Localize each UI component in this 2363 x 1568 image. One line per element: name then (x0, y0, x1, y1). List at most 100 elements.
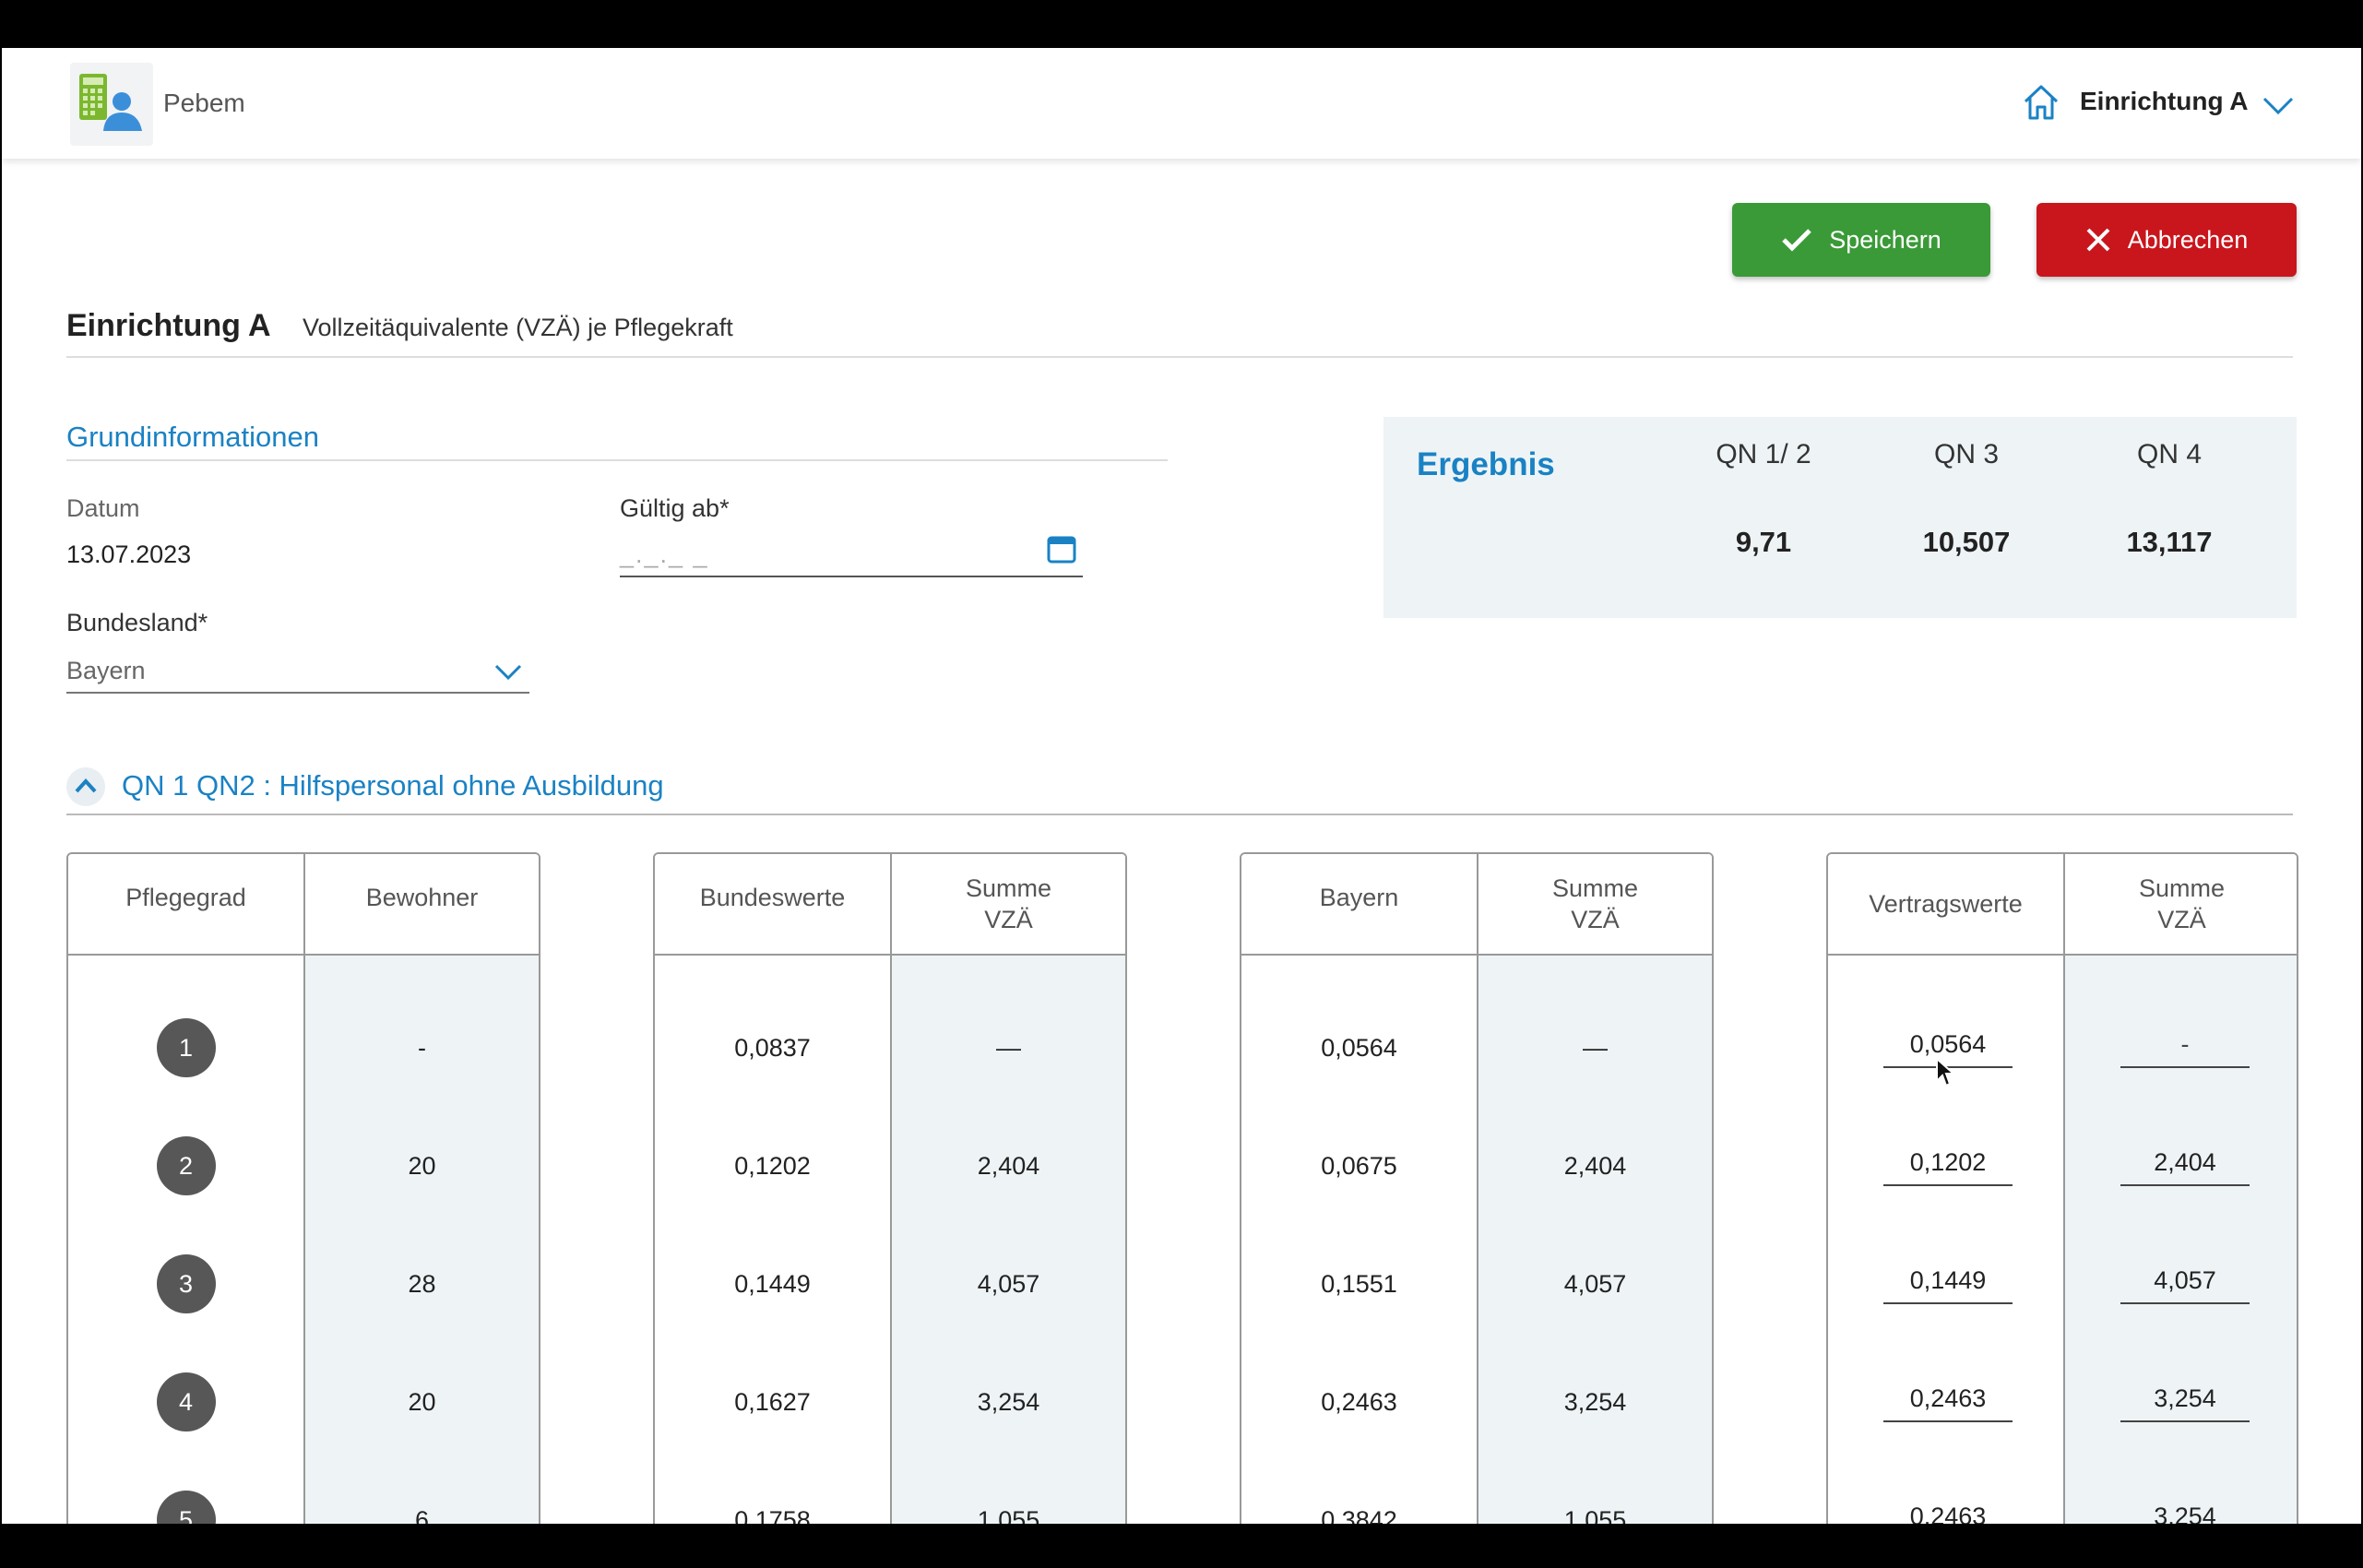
app-name: Pebem (163, 89, 245, 117)
summe-cell: 4,057 (977, 1269, 1040, 1298)
check-icon (1782, 229, 1811, 252)
ergebnis-col-qn12: QN 1/ 2 9,71 (1680, 439, 1846, 559)
summe-cell: 1,055 (977, 1505, 1040, 1525)
screen-border (0, 1524, 2363, 1568)
summe-input[interactable]: 3,254 (2120, 1494, 2250, 1525)
grade-badge: 4 (156, 1372, 216, 1431)
vertragswerte-table: Vertragswerte 0,0564 0,1202 0,1449 0,246… (1826, 852, 2298, 1524)
bewohner-cell: 20 (408, 1387, 436, 1416)
pflegegrad-table: Pflegegrad 1 2 3 4 5 Bewohner - 20 28 20… (66, 852, 540, 1524)
home-icon (2024, 85, 2059, 120)
vertragswert-input[interactable]: 0,1449 (1883, 1258, 2013, 1304)
app-logo[interactable] (70, 63, 153, 146)
chevron-up-icon (75, 778, 97, 793)
vertragswert-input[interactable]: 0,2463 (1883, 1376, 2013, 1422)
save-button[interactable]: Speichern (1732, 203, 1990, 277)
bundesland-value: Bayern (66, 657, 146, 684)
bewohner-cell: 28 (408, 1269, 436, 1298)
summe-cell: — (1583, 1033, 1608, 1062)
save-button-label: Speichern (1829, 225, 1941, 254)
bayern-cell: 0,0675 (1321, 1151, 1397, 1180)
summe-vza-column: Summe VZÄ - 2,404 4,057 3,254 3,254 (2063, 854, 2297, 1525)
bayern-column: Bayern 0,0564 0,0675 0,1551 0,2463 0,384… (1241, 854, 1477, 1524)
top-bar: Pebem Einrichtung A (2, 48, 2361, 159)
vertragswert-input[interactable]: 0,1202 (1883, 1140, 2013, 1186)
column-header: Vertragswerte (1828, 854, 2063, 956)
summe-cell: 4,057 (1563, 1269, 1627, 1298)
grade-badge: 3 (156, 1254, 216, 1313)
datum-value: 13.07.2023 (66, 540, 192, 568)
summe-input[interactable]: 4,057 (2120, 1258, 2250, 1304)
gueltig-ab-input[interactable]: _._._ _ (620, 529, 1083, 577)
bundeswerte-column: Bundeswerte 0,0837 0,1202 0,1449 0,1627 … (655, 854, 890, 1524)
bundeswert-cell: 0,0837 (734, 1033, 811, 1062)
grade-cell: 1 (68, 1018, 303, 1077)
ergebnis-col-value: 13,117 (2126, 526, 2213, 558)
qn-section-divider (66, 814, 2293, 815)
grade-cell: 4 (68, 1372, 303, 1431)
ergebnis-panel: Ergebnis QN 1/ 2 9,71 QN 3 10,507 QN 4 1… (1383, 417, 2297, 618)
bayern-cell: 0,1551 (1321, 1269, 1397, 1298)
grundinfo-heading: Grundinformationen (66, 421, 319, 453)
page-subtitle: Vollzeitäquivalente (VZÄ) je Pflegekraft (303, 314, 733, 341)
ergebnis-col-value: 9,71 (1735, 526, 1792, 558)
summe-cell: 3,254 (1563, 1387, 1627, 1416)
bundesland-label: Bundesland* (66, 609, 208, 636)
summe-vza-column: Summe VZÄ — 2,404 4,057 3,254 1,055 (1477, 854, 1712, 1524)
summe-input[interactable]: 3,254 (2120, 1376, 2250, 1422)
grade-cell: 5 (68, 1491, 303, 1524)
gueltig-ab-label: Gültig ab* (620, 494, 730, 522)
collapse-toggle[interactable] (66, 767, 105, 806)
app-window: Pebem Einrichtung A Speichern Abbrechen … (2, 48, 2361, 1524)
qn-section-title: QN 1 QN2 : Hilfspersonal ohne Ausbildung (122, 769, 664, 802)
column-header: Bayern (1241, 854, 1477, 956)
grade-badge: 2 (156, 1136, 216, 1195)
bundesland-select[interactable]: Bayern (66, 646, 529, 694)
grade-cell: 2 (68, 1136, 303, 1195)
grade-cell: 3 (68, 1254, 303, 1313)
bundeswert-cell: 0,1758 (734, 1505, 811, 1525)
institution-selector-label[interactable]: Einrichtung A (2080, 87, 2249, 116)
bewohner-cell: 6 (414, 1505, 430, 1525)
summe-cell: 3,254 (977, 1387, 1040, 1416)
column-header: Summe VZÄ (892, 854, 1125, 956)
gueltig-ab-placeholder: _._._ _ (620, 540, 709, 568)
column-header: Pflegegrad (68, 854, 303, 956)
ergebnis-title: Ergebnis (1417, 446, 1555, 482)
grade-badge: 5 (156, 1491, 216, 1524)
bundeswert-cell: 0,1627 (734, 1387, 811, 1416)
chevron-down-icon (494, 664, 522, 681)
title-divider (66, 356, 2293, 358)
summe-cell: 2,404 (977, 1151, 1040, 1180)
pflegegrad-column: Pflegegrad 1 2 3 4 5 (68, 854, 303, 1524)
vertragswert-input[interactable]: 0,2463 (1883, 1494, 2013, 1525)
cancel-button[interactable]: Abbrechen (2036, 203, 2297, 277)
column-header: Bewohner (305, 854, 539, 956)
grade-badge: 1 (156, 1018, 216, 1077)
bewohner-column: Bewohner - 20 28 20 6 (303, 854, 539, 1524)
column-header: Summe VZÄ (1478, 854, 1712, 956)
chevron-down-icon[interactable] (2262, 96, 2295, 116)
calendar-icon[interactable] (1046, 533, 1077, 564)
close-icon (2086, 228, 2110, 252)
summe-cell: — (996, 1033, 1021, 1062)
bundeswert-cell: 0,1202 (734, 1151, 811, 1180)
mouse-cursor-icon (1936, 1057, 1955, 1087)
column-header: Summe VZÄ (2065, 854, 2297, 956)
bayern-table: Bayern 0,0564 0,0675 0,1551 0,2463 0,384… (1240, 852, 1714, 1524)
bayern-cell: 0,3842 (1321, 1505, 1397, 1525)
ergebnis-col-value: 10,507 (1922, 526, 2011, 558)
cancel-button-label: Abbrechen (2127, 225, 2249, 254)
summe-input[interactable]: - (2120, 1022, 2250, 1068)
ergebnis-col-qn4: QN 4 13,117 (2086, 439, 2252, 559)
ergebnis-col-label: QN 3 (1933, 439, 2000, 469)
vertragswerte-column: Vertragswerte 0,0564 0,1202 0,1449 0,246… (1828, 854, 2063, 1524)
page-title: Einrichtung A (66, 308, 271, 343)
summe-input[interactable]: 2,404 (2120, 1140, 2250, 1186)
bundeswerte-table: Bundeswerte 0,0837 0,1202 0,1449 0,1627 … (653, 852, 1127, 1524)
ergebnis-col-label: QN 1/ 2 (1716, 439, 1811, 469)
summe-cell: 2,404 (1563, 1151, 1627, 1180)
ergebnis-col-label: QN 4 (2136, 439, 2203, 469)
grundinfo-divider (66, 459, 1168, 461)
bewohner-cell: - (418, 1033, 426, 1062)
